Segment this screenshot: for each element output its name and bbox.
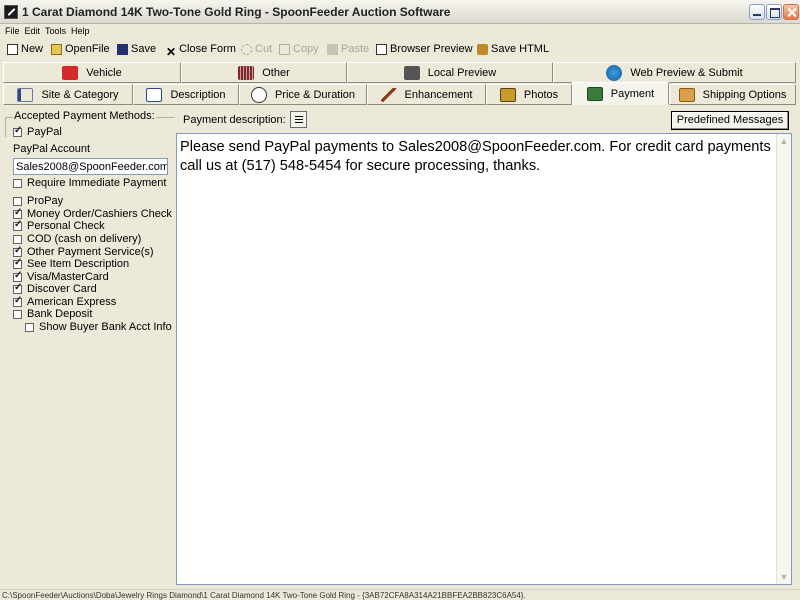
method-row-bank-deposit[interactable]: Bank Deposit <box>13 308 92 320</box>
paypal-checkbox-row[interactable]: PayPal <box>13 125 62 138</box>
tab-shipping-options[interactable]: Shipping Options <box>669 84 796 105</box>
other-payment-service-checkbox[interactable] <box>13 245 22 257</box>
bank-deposit-checkbox[interactable] <box>13 309 22 319</box>
save-disk-icon <box>117 43 128 55</box>
tab-description[interactable]: Description <box>133 84 239 105</box>
method-row-other-service[interactable]: Other Payment Service(s) <box>13 245 154 258</box>
payment-description-label: Payment description: <box>183 113 286 126</box>
menu-tools[interactable]: Tools <box>45 24 66 38</box>
close-x-icon: ✕ <box>166 44 177 59</box>
minimize-button[interactable] <box>749 4 765 20</box>
paste-icon <box>327 43 338 55</box>
menu-help[interactable]: Help <box>71 24 90 38</box>
personal-check-checkbox[interactable] <box>13 219 22 231</box>
status-bar: C:\SpoonFeeder\Auctions\Doba\Jewelry Rin… <box>0 589 800 600</box>
american-express-checkbox[interactable] <box>13 295 22 307</box>
scissors-icon <box>241 43 252 55</box>
cod-checkbox[interactable] <box>13 234 22 244</box>
money-order-checkbox[interactable] <box>13 207 22 219</box>
payment-description-textarea[interactable]: Please send PayPal payments to Sales2008… <box>176 133 792 585</box>
save-button[interactable]: Save <box>117 41 156 57</box>
method-row-discover[interactable]: Discover Card <box>13 282 97 295</box>
payment-methods-panel: Accepted Payment Methods: PayPal PayPal … <box>5 110 175 585</box>
list-format-button[interactable] <box>289 111 307 128</box>
tab-row-bottom: Site & Category Description Price & Dura… <box>0 82 800 105</box>
payment-methods-heading: Accepted Payment Methods: <box>13 110 156 122</box>
method-row-money-order[interactable]: Money Order/Cashiers Check <box>13 207 172 220</box>
tab-site-category[interactable]: Site & Category <box>3 84 133 105</box>
car-icon <box>62 65 79 80</box>
menu-edit[interactable]: Edit <box>25 24 41 38</box>
package-icon <box>678 87 695 102</box>
show-bank-acct-checkbox[interactable] <box>25 322 34 332</box>
method-row-propay[interactable]: ProPay <box>13 195 63 207</box>
method-row-personal-check[interactable]: Personal Check <box>13 219 105 232</box>
method-row-amex[interactable]: American Express <box>13 295 116 308</box>
cut-button[interactable]: Cut <box>241 41 272 57</box>
scroll-up-arrow-icon[interactable]: ▲ <box>778 135 790 147</box>
close-window-button[interactable] <box>783 4 799 20</box>
clock-icon <box>250 86 267 103</box>
discover-card-checkbox[interactable] <box>13 282 22 294</box>
tab-local-preview[interactable]: Local Preview <box>347 62 553 83</box>
tab-other[interactable]: Other <box>181 62 347 83</box>
close-form-button[interactable]: ✕ Close Form <box>166 41 236 59</box>
menu-file[interactable]: File <box>5 24 20 38</box>
copy-icon <box>279 43 290 55</box>
show-bank-acct-row[interactable]: Show Buyer Bank Acct Info <box>25 321 172 333</box>
tab-price-duration[interactable]: Price & Duration <box>239 84 367 105</box>
tab-enhancement[interactable]: Enhancement <box>367 84 486 105</box>
paypal-account-input[interactable] <box>13 158 168 175</box>
tab-photos[interactable]: Photos <box>486 84 572 105</box>
scroll-down-arrow-icon[interactable]: ▼ <box>778 571 790 583</box>
method-row-visa-mastercard[interactable]: Visa/MasterCard <box>13 270 109 283</box>
visa-mastercard-checkbox[interactable] <box>13 270 22 282</box>
paste-button[interactable]: Paste <box>327 41 369 57</box>
app-icon <box>4 5 18 19</box>
method-row-cod[interactable]: COD (cash on delivery) <box>13 233 141 245</box>
globe-icon <box>606 64 623 81</box>
save-html-button[interactable]: Save HTML <box>477 41 549 57</box>
payment-description-text[interactable]: Please send PayPal payments to Sales2008… <box>180 138 772 176</box>
tab-payment[interactable]: Payment <box>572 82 669 105</box>
preview-icon <box>376 43 387 55</box>
open-folder-icon <box>51 43 62 55</box>
menu-bar: File Edit Tools Help <box>0 24 800 38</box>
tab-row-top: Vehicle Other Local Preview Web Preview … <box>0 62 800 83</box>
edit-document-icon <box>146 87 163 102</box>
payment-description-bar: Payment description: <box>183 111 307 128</box>
html-icon <box>477 43 488 55</box>
barcode-icon <box>238 65 255 80</box>
vertical-scrollbar[interactable]: ▲ ▼ <box>776 134 791 584</box>
paypal-account-label: PayPal Account <box>13 143 91 155</box>
monitor-icon <box>403 65 420 80</box>
tab-web-preview-submit[interactable]: Web Preview & Submit <box>553 62 796 83</box>
window-title: 1 Carat Diamond 14K Two-Tone Gold Ring -… <box>22 5 451 19</box>
paypal-checkbox[interactable] <box>13 125 22 137</box>
browser-preview-button[interactable]: Browser Preview <box>376 41 473 57</box>
tab-vehicle[interactable]: Vehicle <box>3 62 181 83</box>
new-document-icon <box>7 43 18 55</box>
method-row-see-description[interactable]: See Item Description <box>13 257 129 270</box>
open-file-button[interactable]: OpenFile <box>51 41 110 57</box>
predefined-messages-button[interactable]: Predefined Messages <box>671 111 789 130</box>
magic-wand-icon <box>380 87 397 102</box>
toolbar: New OpenFile Save ✕ Close Form Cut Copy P… <box>0 39 800 59</box>
copy-button[interactable]: Copy <box>279 41 319 57</box>
payment-icon <box>586 86 603 101</box>
new-button[interactable]: New <box>7 41 43 57</box>
see-item-description-checkbox[interactable] <box>13 257 22 269</box>
require-immediate-payment-checkbox[interactable] <box>13 178 22 188</box>
maximize-button[interactable] <box>766 4 782 20</box>
tree-icon <box>17 87 34 102</box>
require-immediate-payment-row[interactable]: Require Immediate Payment <box>13 177 166 189</box>
photos-icon <box>499 87 516 102</box>
title-bar: 1 Carat Diamond 14K Two-Tone Gold Ring -… <box>0 0 800 24</box>
propay-checkbox[interactable] <box>13 196 22 206</box>
